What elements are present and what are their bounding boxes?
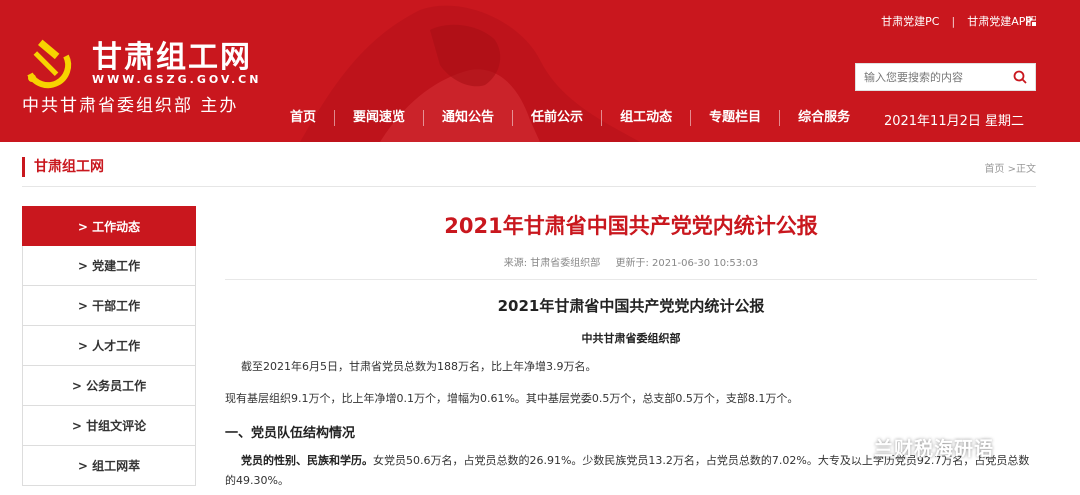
divider [225, 279, 1037, 280]
search-input[interactable] [856, 64, 1006, 90]
nav-topics[interactable]: 专题栏目 [691, 110, 781, 126]
nav-appointments[interactable]: 任前公示 [513, 110, 603, 126]
paragraph: 截至2021年6月5日，甘肃省党员总数为188万名，比上年净增3.9万名。 [241, 360, 597, 373]
main-nav: 首页 要闻速览 通知公告 任前公示 组工动态 专题栏目 综合服务 [272, 110, 868, 126]
sidebar: > 工作动态 > 党建工作 > 干部工作 > 人才工作 > 公务员工作 > 甘组… [22, 206, 196, 486]
site-header: 甘肃组工网 WWW.GSZG.GOV.CN 中共甘肃省委组织部 主办 甘肃党建P… [0, 0, 1080, 142]
divider [22, 186, 1036, 187]
party-emblem-icon [27, 39, 72, 89]
nav-services[interactable]: 综合服务 [780, 110, 868, 126]
breadcrumb-bar: 甘肃组工网 首页 >正文 [22, 157, 1036, 179]
top-link-app[interactable]: 甘肃党建APP [967, 13, 1032, 29]
sponsor-text: 中共甘肃省委组织部 主办 [22, 96, 239, 116]
article-meta: 来源: 甘肃省委组织部 更新于: 2021-06-30 10:53:03 [225, 254, 1037, 269]
top-link-separator: | [951, 14, 956, 28]
search-box [855, 63, 1036, 91]
section-title: 甘肃组工网 [22, 157, 104, 177]
nav-work-news[interactable]: 组工动态 [602, 110, 692, 126]
qr-code-icon[interactable] [1026, 16, 1036, 26]
article-subtitle: 2021年甘肃省中国共产党党内统计公报 [497, 297, 765, 315]
article-updated: 更新于: 2021-06-30 10:53:03 [615, 258, 759, 269]
breadcrumb[interactable]: 首页 >正文 [984, 160, 1036, 175]
sidebar-item-work-news[interactable]: > 工作动态 [22, 206, 196, 246]
paragraph-lead: 党员的性别、民族和学历。 [241, 454, 373, 467]
wechat-icon [838, 436, 867, 458]
search-icon[interactable] [1013, 70, 1027, 84]
sidebar-item-digest[interactable]: > 组工网萃 [22, 446, 196, 486]
site-url: WWW.GSZG.GOV.CN [92, 73, 262, 86]
nav-home[interactable]: 首页 [272, 110, 336, 126]
paragraph: 现有基层组织9.1万个，比上年净增0.1万个，增幅为0.61%。其中基层党委0.… [225, 392, 799, 405]
top-link-pc[interactable]: 甘肃党建PC [881, 13, 939, 29]
wechat-watermark: 兰财税海研语 [838, 430, 1048, 464]
article-org: 中共甘肃省委组织部 [581, 332, 681, 345]
top-links: 甘肃党建PC | 甘肃党建APP [881, 13, 1032, 29]
sidebar-item-commentary[interactable]: > 甘组文评论 [22, 406, 196, 446]
watermark-text: 兰财税海研语 [874, 437, 995, 460]
site-name[interactable]: 甘肃组工网 [92, 32, 252, 76]
sidebar-item-civil-servant[interactable]: > 公务员工作 [22, 366, 196, 406]
sidebar-item-cadre-work[interactable]: > 干部工作 [22, 286, 196, 326]
nav-notices[interactable]: 通知公告 [424, 110, 514, 126]
sidebar-item-party-building[interactable]: > 党建工作 [22, 246, 196, 286]
sidebar-item-talent-work[interactable]: > 人才工作 [22, 326, 196, 366]
article-title: 2021年甘肃省中国共产党党内统计公报 [444, 214, 818, 238]
nav-news[interactable]: 要闻速览 [335, 110, 425, 126]
current-date: 2021年11月2日 星期二 [883, 114, 1024, 129]
article-source: 来源: 甘肃省委组织部 [503, 258, 601, 269]
